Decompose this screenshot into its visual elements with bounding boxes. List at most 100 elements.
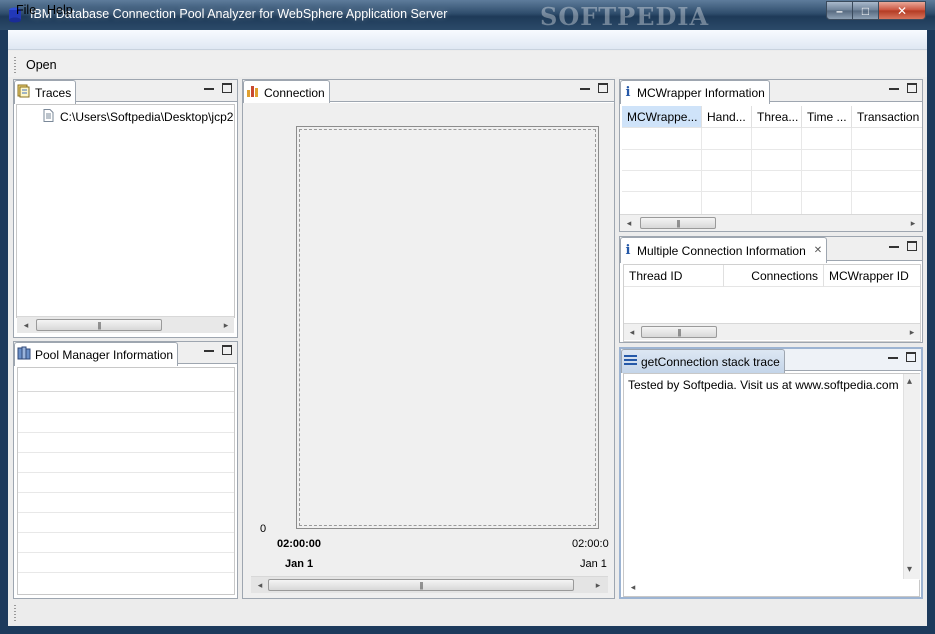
grid-col-divider <box>851 128 852 214</box>
stack-trace-text-area[interactable]: Tested by Softpedia. Visit us at www.sof… <box>623 373 920 597</box>
grid-row-divider <box>622 170 922 171</box>
menu-file[interactable]: File <box>16 3 36 17</box>
menu-bar <box>8 30 927 50</box>
mcwrapper-hscroll[interactable]: ◂ ||| ▸ <box>620 214 922 231</box>
scroll-left-arrow-icon[interactable]: ◂ <box>625 324 639 341</box>
file-icon <box>43 109 54 125</box>
chart-plot-inner <box>299 129 596 526</box>
column-header[interactable]: MCWrapper ID <box>824 265 920 287</box>
status-bar <box>8 601 927 626</box>
connection-hscroll[interactable]: ◂ ||| ▸ <box>251 576 608 593</box>
grid-row-divider <box>18 452 234 453</box>
tab-mcwrapper[interactable]: i MCWrapper Information <box>620 80 770 104</box>
scroll-right-arrow-icon[interactable]: ▸ <box>591 577 605 594</box>
trace-file-item[interactable]: C:\Users\Softpedia\Desktop\jcp2 <box>43 109 233 125</box>
pool-manager-maximize-icon[interactable] <box>222 345 232 355</box>
traces-minimize-icon[interactable] <box>204 84 214 94</box>
tab-pool-manager[interactable]: Pool Manager Information <box>14 342 179 366</box>
maximize-button[interactable]: □ <box>852 1 879 20</box>
scroll-right-arrow-icon[interactable]: ▸ <box>905 324 919 341</box>
stack-trace-hscroll[interactable]: ◂ <box>624 579 919 596</box>
connection-view: Connection 0 02:00:00 02:00:0 Jan 1 Jan … <box>242 79 615 599</box>
grid-row-divider <box>18 412 234 413</box>
tab-multiple-connection[interactable]: i Multiple Connection Information ✕ <box>620 237 828 263</box>
tab-traces[interactable]: Traces <box>14 80 77 104</box>
column-header[interactable]: MCWrappe... <box>622 106 702 128</box>
tab-traces-label: Traces <box>35 85 72 100</box>
scroll-thumb[interactable]: ||| <box>641 326 717 338</box>
multiple-connection-minimize-icon[interactable] <box>889 242 899 252</box>
x-axis-start-time: 02:00:00 <box>277 538 322 550</box>
stack-trace-vscroll[interactable]: ▴ ▾ <box>903 374 920 580</box>
pool-manager-icon <box>17 346 31 363</box>
minimize-button[interactable]: – <box>826 1 853 20</box>
bar-chart-icon <box>246 84 260 101</box>
tab-multiple-connection-label: Multiple Connection Information <box>637 243 806 258</box>
grid-col-divider <box>751 128 752 214</box>
scroll-right-arrow-icon[interactable]: ▸ <box>906 215 920 232</box>
scroll-left-arrow-icon[interactable]: ◂ <box>19 317 33 334</box>
x-axis-end-date: Jan 1 <box>580 558 607 570</box>
connection-chart-area: 0 02:00:00 02:00:0 Jan 1 Jan 1 ◂ ||| ▸ <box>243 103 614 598</box>
scroll-thumb[interactable]: ||| <box>640 217 716 229</box>
mcwrapper-maximize-icon[interactable] <box>907 83 917 93</box>
tab-connection-label: Connection <box>264 85 325 100</box>
traces-icon <box>17 84 31 101</box>
traces-view: Traces C:\Users\Softpedia\Desktop\jcp2 ◂… <box>13 79 238 338</box>
mcwrapper-view: i MCWrapper Information MCWrappe... Hand… <box>619 79 923 232</box>
grid-row-divider <box>18 472 234 473</box>
scroll-thumb[interactable]: ||| <box>268 579 574 591</box>
grid-col-divider <box>801 128 802 214</box>
grid-row-divider <box>18 572 234 573</box>
scroll-left-arrow-icon[interactable]: ◂ <box>622 215 636 232</box>
multiple-connection-hscroll[interactable]: ◂ ||| ▸ <box>624 323 920 340</box>
scroll-thumb[interactable]: ||| <box>36 319 162 331</box>
column-header[interactable]: Time ... <box>802 106 852 128</box>
stack-trace-view: getConnection stack trace Tested by Soft… <box>619 347 923 599</box>
open-button[interactable]: Open <box>26 58 57 72</box>
grid-col-divider <box>701 128 702 214</box>
close-window-button[interactable]: ✕ <box>878 1 926 20</box>
column-header[interactable]: Connections <box>724 265 824 287</box>
x-axis-end-time: 02:00:0 <box>572 538 609 550</box>
stack-trace-text: Tested by Softpedia. Visit us at www.sof… <box>628 378 899 392</box>
multiple-connection-view: i Multiple Connection Information ✕ Thre… <box>619 236 923 343</box>
traces-tree: C:\Users\Softpedia\Desktop\jcp2 ◂ ||| ▸ <box>16 104 235 333</box>
scroll-left-arrow-icon[interactable]: ◂ <box>626 579 640 596</box>
column-header[interactable]: Threa... <box>752 106 802 128</box>
tab-connection[interactable]: Connection <box>243 80 330 104</box>
window-title: IBM Database Connection Pool Analyzer fo… <box>30 7 448 21</box>
list-icon <box>624 354 637 369</box>
scroll-down-arrow-icon[interactable]: ▾ <box>907 564 912 575</box>
connection-minimize-icon[interactable] <box>580 84 590 94</box>
title-bar[interactable]: SOFTPEDIA IBM Database Connection Pool A… <box>0 0 935 31</box>
mcwrapper-table: MCWrappe... Hand... Threa... Time ... Tr… <box>620 104 922 231</box>
grid-row-divider <box>622 191 922 192</box>
column-header[interactable]: Transaction <box>852 106 922 128</box>
stack-trace-maximize-icon[interactable] <box>906 352 916 362</box>
scroll-up-arrow-icon[interactable]: ▴ <box>907 376 912 387</box>
connection-maximize-icon[interactable] <box>598 83 608 93</box>
multiple-connection-table: Thread ID Connections MCWrapper ID ◂ |||… <box>623 264 921 342</box>
stack-trace-minimize-icon[interactable] <box>888 353 898 363</box>
multiple-connection-maximize-icon[interactable] <box>907 241 917 251</box>
y-axis-tick-label: 0 <box>260 523 267 535</box>
tab-close-icon[interactable]: ✕ <box>814 245 822 256</box>
mcwrapper-minimize-icon[interactable] <box>889 84 899 94</box>
column-header[interactable]: Hand... <box>702 106 752 128</box>
pool-manager-minimize-icon[interactable] <box>204 346 214 356</box>
scroll-left-arrow-icon[interactable]: ◂ <box>253 577 267 594</box>
scroll-right-arrow-icon[interactable]: ▸ <box>219 317 233 334</box>
tab-pool-manager-label: Pool Manager Information <box>35 347 174 362</box>
tab-stack-trace[interactable]: getConnection stack trace <box>621 349 785 373</box>
chart-plot-frame <box>296 126 599 529</box>
info-icon: i <box>625 243 631 258</box>
menu-help[interactable]: Help <box>47 3 73 17</box>
grid-row-divider <box>18 432 234 433</box>
toolbar-grip[interactable] <box>14 57 16 73</box>
watermark-logo: SOFTPEDIA <box>540 2 710 31</box>
traces-maximize-icon[interactable] <box>222 83 232 93</box>
column-header[interactable]: Thread ID <box>624 265 724 287</box>
traces-hscroll[interactable]: ◂ ||| ▸ <box>17 316 234 333</box>
tab-mcwrapper-label: MCWrapper Information <box>637 85 765 100</box>
